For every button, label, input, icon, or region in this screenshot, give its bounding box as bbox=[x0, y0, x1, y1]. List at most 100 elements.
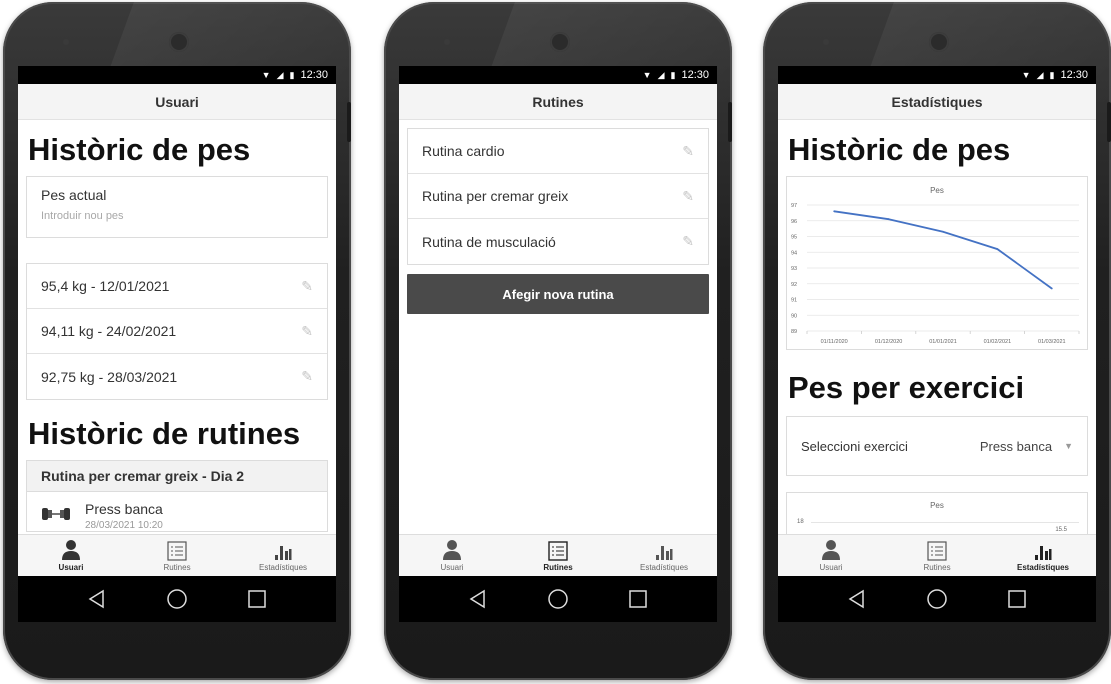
chart-title: Pes bbox=[930, 186, 944, 195]
tab-label: Rutines bbox=[923, 563, 951, 572]
weight-row[interactable]: 95,4 kg - 12/01/2021 ✎ bbox=[27, 264, 327, 309]
weight-row[interactable]: 94,11 kg - 24/02/2021 ✎ bbox=[27, 309, 327, 354]
status-bar: ▼ ◢ ▮ 12:30 bbox=[18, 66, 336, 84]
weight-row[interactable]: 92,75 kg - 28/03/2021 ✎ bbox=[27, 354, 327, 399]
tab-estadistiques[interactable]: Estadístiques bbox=[611, 535, 717, 576]
status-bar: ▼ ◢ ▮ 12:30 bbox=[778, 66, 1096, 84]
content-area[interactable]: Rutina cardio ✎ Rutina per cremar greix ✎ … bbox=[399, 120, 717, 534]
exercise-date: 28/03/2021 10:20 bbox=[85, 520, 163, 531]
tab-rutines[interactable]: Rutines bbox=[884, 535, 990, 576]
phone-estadistiques: ▼ ◢ ▮ 12:30 Estadístiques Històric de pe… bbox=[763, 2, 1111, 680]
back-icon[interactable] bbox=[847, 589, 867, 609]
tab-rutines[interactable]: Rutines bbox=[505, 535, 611, 576]
front-camera bbox=[550, 32, 570, 52]
recents-icon[interactable] bbox=[628, 589, 648, 609]
list-icon bbox=[167, 541, 187, 561]
current-weight-field[interactable]: Pes actual Introduir nou pes bbox=[26, 176, 328, 238]
sensor-dot bbox=[823, 39, 829, 45]
weight-history-heading: Històric de pes bbox=[788, 132, 1011, 167]
signal-icon: ◢ bbox=[657, 69, 665, 80]
exercise-chart-title: Pes bbox=[930, 501, 944, 510]
tab-label: Estadístiques bbox=[258, 563, 308, 572]
routine-list: Rutina cardio ✎ Rutina per cremar greix ✎ … bbox=[407, 128, 709, 265]
content-area[interactable]: Històric de pes Pes actual Introduir nou… bbox=[18, 120, 336, 534]
screen-usuari: ▼ ◢ ▮ 12:30 Usuari Històric de pes Pes a… bbox=[18, 66, 336, 576]
exercise-weight-heading: Pes per exercici bbox=[788, 370, 1025, 405]
recents-icon[interactable] bbox=[247, 589, 267, 609]
tab-usuari[interactable]: Usuari bbox=[399, 535, 505, 576]
y-tick-label: 97 bbox=[791, 203, 797, 209]
routine-name: Rutina cardio bbox=[422, 143, 505, 159]
user-icon bbox=[443, 540, 461, 560]
weight-chart-card: Pes 97 96 95 94 93 92 91 90 89 01/11/2020 01/12/202… bbox=[786, 176, 1088, 350]
status-bar: ▼ ◢ ▮ 12:30 bbox=[399, 66, 717, 84]
tab-label: Rutines bbox=[543, 563, 573, 572]
data-point bbox=[1050, 287, 1053, 290]
power-button bbox=[1107, 102, 1111, 142]
weight-entry: 92,75 kg - 28/03/2021 bbox=[41, 368, 178, 385]
y-tick-label: 94 bbox=[791, 250, 797, 256]
status-time: 12:30 bbox=[681, 69, 709, 81]
back-icon[interactable] bbox=[468, 589, 488, 609]
user-icon bbox=[62, 540, 80, 560]
series-line bbox=[834, 210, 1053, 290]
data-point bbox=[833, 210, 836, 213]
weight-history-heading: Històric de pes bbox=[28, 132, 251, 167]
current-weight-placeholder[interactable]: Introduir nou pes bbox=[41, 210, 313, 222]
exercise-chart-ytick: 18 bbox=[797, 519, 804, 525]
exercise-select[interactable]: Seleccioni exercici Press banca ▼ bbox=[786, 416, 1088, 476]
bar-chart-icon bbox=[1035, 546, 1052, 560]
back-icon[interactable] bbox=[87, 589, 107, 609]
front-camera bbox=[169, 32, 189, 52]
routine-row[interactable]: Rutina per cremar greix ✎ bbox=[408, 174, 708, 219]
tab-estadistiques[interactable]: Estadístiques bbox=[230, 535, 336, 576]
bottom-tab-bar: Usuari Rutines Estadístiques bbox=[778, 534, 1096, 576]
add-routine-button[interactable]: Afegir nova rutina bbox=[407, 274, 709, 314]
power-button bbox=[347, 102, 351, 142]
home-icon[interactable] bbox=[547, 588, 569, 610]
tab-label: Usuari bbox=[58, 563, 84, 572]
front-camera bbox=[929, 32, 949, 52]
y-tick-label: 91 bbox=[791, 298, 797, 304]
status-time: 12:30 bbox=[1060, 69, 1088, 81]
app-bar-title: Usuari bbox=[18, 84, 336, 120]
exercise-select-value: Press banca bbox=[979, 438, 1053, 454]
dumbbell-icon bbox=[42, 508, 70, 520]
y-tick-label: 96 bbox=[791, 219, 797, 225]
android-nav-bar bbox=[399, 576, 717, 622]
edit-icon[interactable]: ✎ bbox=[682, 233, 694, 250]
edit-icon[interactable]: ✎ bbox=[682, 188, 694, 205]
tab-usuari[interactable]: Usuari bbox=[18, 535, 124, 576]
edit-icon[interactable]: ✎ bbox=[682, 143, 694, 160]
bar-chart-icon bbox=[275, 546, 292, 560]
y-tick-label: 89 bbox=[791, 329, 797, 335]
edit-icon[interactable]: ✎ bbox=[301, 323, 313, 340]
tab-usuari[interactable]: Usuari bbox=[778, 535, 884, 576]
status-time: 12:30 bbox=[300, 69, 328, 81]
routine-row[interactable]: Rutina cardio ✎ bbox=[408, 129, 708, 174]
tab-estadistiques[interactable]: Estadístiques bbox=[990, 535, 1096, 576]
bottom-tab-bar: Usuari Rutines Estadístiques bbox=[18, 534, 336, 576]
edit-icon[interactable]: ✎ bbox=[301, 368, 313, 385]
data-point bbox=[996, 248, 999, 250]
exercise-chart-gridline bbox=[811, 522, 1079, 523]
content-area[interactable]: Històric de pes Pes 97 96 95 94 93 92 91 90 89 01/… bbox=[778, 120, 1096, 534]
routine-session-header[interactable]: Rutina per cremar greix - Dia 2 bbox=[26, 460, 328, 492]
sensor-dot bbox=[63, 39, 69, 45]
exercise-row[interactable]: Press banca 28/03/2021 10:20 bbox=[26, 492, 328, 532]
tab-label: Estadístiques bbox=[639, 563, 689, 572]
power-button bbox=[728, 102, 732, 142]
x-tick-label: 01/12/2020 bbox=[875, 339, 903, 345]
y-tick-label: 95 bbox=[791, 235, 797, 241]
edit-icon[interactable]: ✎ bbox=[301, 278, 313, 295]
list-icon bbox=[927, 541, 947, 561]
weight-entry: 95,4 kg - 12/01/2021 bbox=[41, 278, 170, 294]
app-bar-title: Rutines bbox=[399, 84, 717, 120]
exercise-chart-card: Pes 18 15.5 bbox=[786, 492, 1088, 534]
recents-icon[interactable] bbox=[1007, 589, 1027, 609]
home-icon[interactable] bbox=[166, 588, 188, 610]
weight-list: 95,4 kg - 12/01/2021 ✎ 94,11 kg - 24/02/2… bbox=[26, 263, 328, 400]
routine-row[interactable]: Rutina de musculació ✎ bbox=[408, 219, 708, 264]
home-icon[interactable] bbox=[926, 588, 948, 610]
tab-rutines[interactable]: Rutines bbox=[124, 535, 230, 576]
